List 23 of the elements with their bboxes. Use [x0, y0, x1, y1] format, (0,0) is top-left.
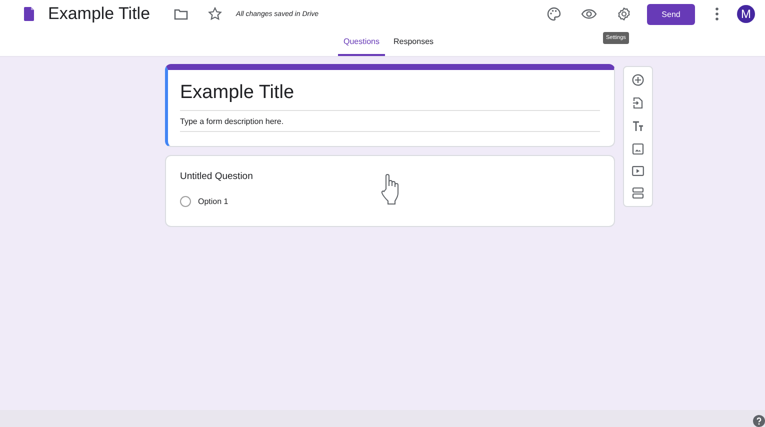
add-title-icon[interactable] [632, 120, 644, 132]
palette-icon[interactable] [547, 7, 561, 21]
help-icon[interactable] [753, 415, 765, 427]
option-label[interactable]: Option 1 [198, 197, 228, 206]
add-question-icon[interactable] [632, 74, 644, 86]
settings-icon[interactable] [617, 7, 631, 21]
add-video-icon[interactable] [632, 166, 644, 176]
add-section-icon[interactable] [632, 187, 644, 199]
tab[interactable]: Responses [388, 31, 439, 56]
send-button[interactable]: Send [647, 4, 695, 24]
question-title[interactable]: Untitled Question [180, 171, 600, 182]
forms-icon[interactable] [24, 7, 34, 21]
add-image-icon[interactable] [632, 143, 644, 155]
star-icon[interactable] [208, 7, 222, 21]
form-description[interactable]: Type a form description here. [180, 111, 600, 132]
import-questions-icon[interactable] [632, 97, 644, 109]
form-title[interactable]: Example Title [180, 82, 600, 111]
account-avatar[interactable]: M [737, 5, 755, 23]
document-title[interactable]: Example Title [48, 4, 150, 24]
more-options-icon[interactable] [715, 7, 719, 21]
eye-icon[interactable] [581, 9, 597, 19]
radio-button[interactable] [180, 196, 191, 207]
folder-icon[interactable] [174, 8, 188, 20]
